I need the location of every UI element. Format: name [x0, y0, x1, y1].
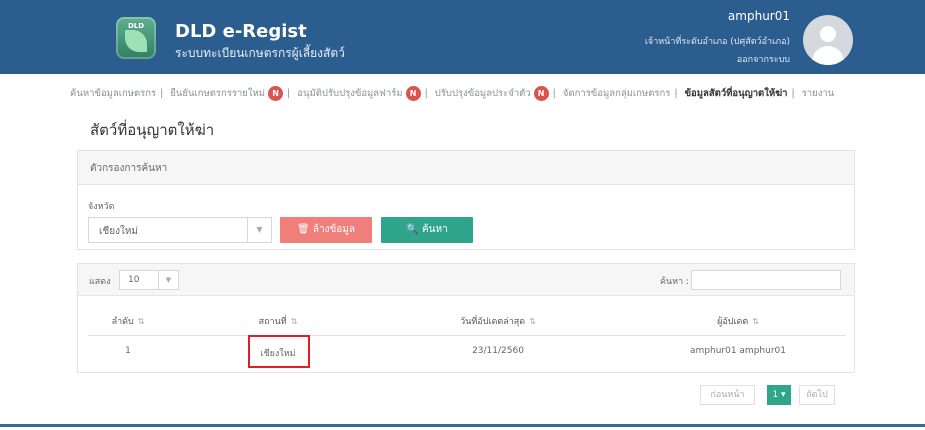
filter-panel: ตัวกรองการค้นหา จังหวัด เชียงใหม่ ▼ 🗑 ล้…: [77, 150, 855, 250]
user-name: amphur01: [727, 9, 790, 23]
filter-heading: ตัวกรองการค้นหา: [78, 151, 854, 185]
table-search-label: ค้นหา :: [660, 277, 690, 287]
table-divider: [88, 335, 846, 336]
column-header-order[interactable]: ลำดับ ⇅: [98, 314, 158, 328]
user-avatar-icon[interactable]: [803, 15, 853, 65]
cell-order: 1: [125, 346, 131, 356]
app-subtitle: ระบบทะเบียนเกษตรกรผู้เลี้ยงสัตว์: [175, 46, 345, 60]
chevron-down-icon: ▼: [247, 218, 271, 242]
new-badge: N: [533, 86, 549, 101]
sort-icon: ⇅: [752, 317, 759, 326]
pagination-prev-button[interactable]: ก่อนหน้า: [700, 385, 755, 405]
nav-item-farmer-search[interactable]: ค้นหาข้อมูลเกษตรกร: [70, 86, 156, 101]
search-icon: 🔍: [406, 224, 419, 235]
dld-logo: DLD: [116, 17, 156, 59]
logout-link[interactable]: ออกจากระบบ: [737, 52, 790, 66]
trash-icon: 🗑: [296, 224, 310, 235]
page-length-label: แสดง: [89, 277, 111, 287]
search-button-label: ค้นหา: [421, 224, 448, 235]
page-length-value: 10: [128, 275, 140, 285]
logo-text: DLD: [127, 22, 145, 30]
column-header-location[interactable]: สถานที่ ⇅: [228, 314, 328, 328]
app-title: DLD e-Regist: [175, 21, 307, 42]
pagination-next-button[interactable]: ถัดไป: [799, 385, 835, 405]
nav-item-reports[interactable]: รายงาน: [802, 86, 834, 101]
app-header: DLD DLD e-Regist ระบบทะเบียนเกษตรกรผู้เล…: [0, 0, 925, 74]
cell-updated-by: amphur01 amphur01: [690, 346, 786, 356]
province-label: จังหวัด: [88, 202, 115, 212]
sort-icon: ⇅: [529, 317, 536, 326]
province-value: เชียงใหม่: [99, 226, 139, 237]
column-header-updated-by[interactable]: ผู้อัปเดต ⇅: [678, 314, 798, 328]
leaf-icon: [125, 30, 147, 52]
pagination-current-page[interactable]: 1 ▾: [767, 385, 791, 405]
table-toolbar: แสดง 10 ▼ ค้นหา :: [78, 264, 854, 296]
user-role: เจ้าหน้าที่ระดับอำเภอ (ปศุสัตว์อำเภอ): [644, 37, 790, 47]
page-length-select[interactable]: 10 ▼: [119, 270, 179, 290]
nav-item-approve-farm-update[interactable]: อนุมัติปรับปรุงข้อมูลฟาร์ม: [297, 86, 402, 101]
nav-item-farmer-groups[interactable]: จัดการข้อมูลกลุ่มเกษตรกร: [563, 86, 670, 101]
chevron-down-icon: ▼: [158, 271, 178, 289]
nav-item-update-profile[interactable]: ปรับปรุงข้อมูลประจำตัว: [435, 86, 531, 101]
new-badge: N: [405, 86, 421, 101]
results-table: แสดง 10 ▼ ค้นหา : ลำดับ ⇅ สถานที่ ⇅ วันที่…: [77, 263, 855, 373]
page-title: สัตว์ที่อนุญาตให้ฆ่า: [90, 121, 215, 139]
clear-button[interactable]: 🗑 ล้างข้อมูล: [280, 217, 372, 243]
table-search-input[interactable]: [691, 270, 841, 290]
nav-item-confirm-new-farmer[interactable]: ยืนยันเกษตรกรรายใหม่: [170, 86, 265, 101]
sort-icon: ⇅: [137, 317, 145, 326]
search-button[interactable]: 🔍 ค้นหา: [381, 217, 473, 243]
highlight-box: [248, 335, 310, 368]
clear-button-label: ล้างข้อมูล: [312, 224, 356, 235]
cell-updated-date: 23/11/2560: [472, 346, 524, 356]
new-badge: N: [268, 86, 284, 101]
nav-item-slaughter-permits[interactable]: ข้อมูลสัตว์ที่อนุญาตให้ฆ่า: [685, 86, 788, 101]
footer-divider: [0, 424, 925, 427]
column-header-updated-date[interactable]: วันที่อัปเดตล่าสุด ⇅: [438, 314, 558, 328]
sort-icon: ⇅: [290, 317, 298, 326]
province-select[interactable]: เชียงใหม่ ▼: [88, 217, 272, 243]
main-nav: ค้นหาข้อมูลเกษตรกร | ยืนยันเกษตรกรรายใหม่…: [70, 86, 835, 101]
